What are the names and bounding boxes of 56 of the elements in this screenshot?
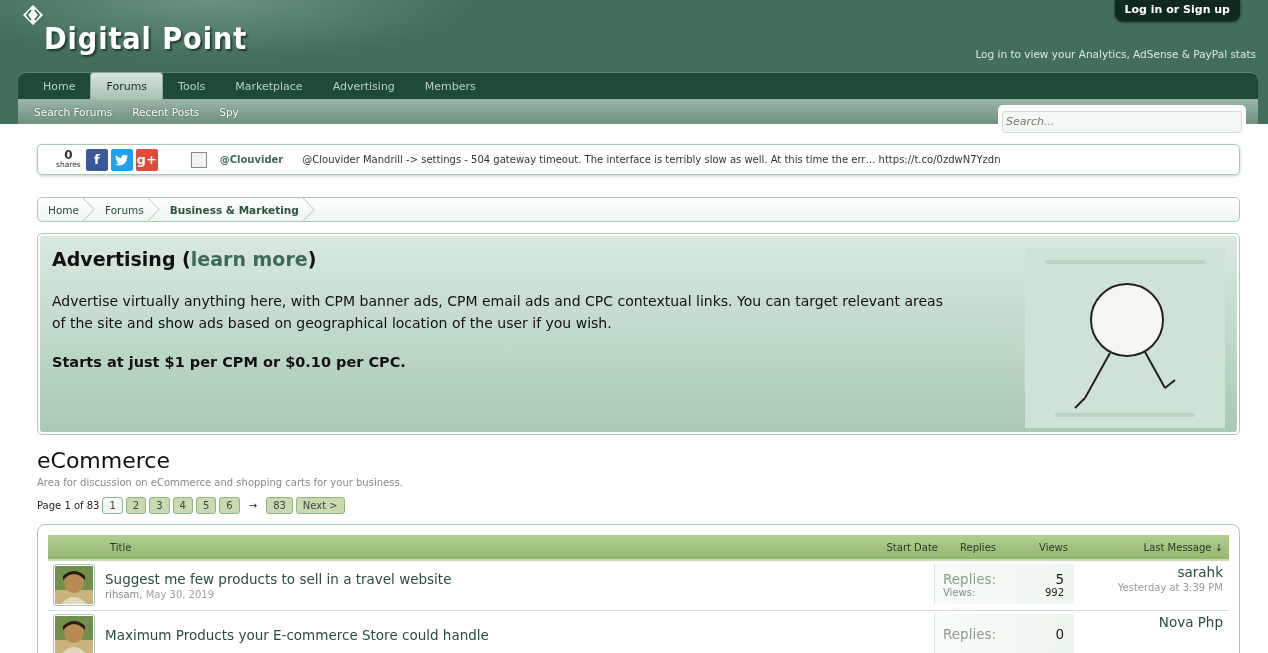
nav-tab[interactable]: Marketplace: [220, 73, 318, 99]
page-button[interactable]: 6: [219, 497, 240, 514]
nav-tab[interactable]: Home: [28, 73, 91, 99]
column-header[interactable]: Title: [48, 541, 874, 553]
column-header[interactable]: Views: [1002, 541, 1074, 553]
nav-tab[interactable]: Forums: [90, 72, 164, 100]
last-poster[interactable]: Nova Php: [1074, 614, 1223, 630]
thread-title[interactable]: Suggest me few products to sell in a travel website: [105, 570, 452, 587]
googleplus-share-button[interactable]: g+: [135, 148, 158, 171]
twitter-share-button[interactable]: [110, 148, 133, 171]
logo-text[interactable]: Digital Point: [44, 20, 248, 56]
facebook-share-button[interactable]: f: [85, 148, 108, 171]
nav-tab[interactable]: Members: [409, 73, 491, 99]
last-poster[interactable]: sarahk: [1074, 564, 1223, 580]
views-count: 992: [1044, 586, 1064, 598]
replies-count: 5: [1054, 570, 1064, 587]
learn-more-link[interactable]: learn more: [190, 248, 308, 270]
ad-description: Advertise virtually anything here, with CPM banner ads, CPM email ads and CPC contextual links. You can target relevant areas of the site and show ads based on geographical location of the user if you wish.: [52, 292, 944, 333]
forum-title: eCommerce: [37, 448, 171, 473]
nav-tab[interactable]: Tools: [163, 73, 221, 99]
page-button[interactable]: 1: [102, 497, 123, 514]
share-count: 0: [64, 150, 73, 161]
forum-description: Area for discussion on eCommerce and shopping carts for your business.: [37, 477, 404, 488]
ad-title: Advertising (learn more): [52, 248, 318, 270]
tweet-user[interactable]: @Clouvider: [219, 154, 284, 165]
thread-date: May 30, 2019: [145, 588, 215, 600]
breadcrumb-link[interactable]: Home: [38, 198, 95, 221]
replies-label: Replies:: [943, 626, 998, 642]
breadcrumb-link[interactable]: Forums: [95, 198, 160, 221]
next-button[interactable]: Next >: [295, 497, 345, 514]
ad-price: Starts at just $1 per CPM or $0.10 per CPC.: [52, 354, 407, 370]
bird-icon: [114, 153, 129, 166]
login-button[interactable]: Log in or Sign up: [1114, 0, 1240, 21]
thread-title[interactable]: Maximum Products your E-commerce Store could handle: [105, 627, 489, 643]
last-post-time: Yesterday at 3:39 PM: [1116, 582, 1223, 593]
column-header[interactable]: Replies: [944, 541, 1002, 553]
tweet-avatar: [190, 151, 207, 168]
replies-label: Replies:: [943, 570, 998, 587]
views-label: Views:: [943, 586, 976, 598]
breadcrumb-link[interactable]: Business & Marketing: [159, 198, 315, 221]
column-header[interactable]: Start Date: [874, 541, 944, 553]
logo-icon[interactable]: [22, 4, 44, 26]
nav-tab[interactable]: Advertising: [317, 73, 410, 99]
skip-arrow: →: [248, 500, 258, 511]
page-button[interactable]: 4: [172, 497, 193, 514]
replies-count: 0: [1055, 626, 1064, 642]
tweet-text: @Clouvider Mandrill -> settings - 504 gateway timeout. The interface is terribly slow as well. At this time the err… https://t.co/0zdwN7Yzdn: [302, 154, 1001, 165]
page-button[interactable]: 3: [149, 497, 170, 514]
stats-link[interactable]: Log in to view your Analytics, AdSense & PayPal stats: [975, 48, 1256, 60]
page-button[interactable]: 5: [196, 497, 217, 514]
page-label: Page 1 of 83: [37, 500, 100, 511]
search-field[interactable]: Search...: [1002, 110, 1242, 133]
page-button[interactable]: 83: [266, 497, 293, 514]
page-button[interactable]: 2: [125, 497, 147, 514]
column-header[interactable]: Last Message ↓: [1074, 541, 1229, 553]
thread-author[interactable]: rihsam,: [105, 588, 143, 600]
